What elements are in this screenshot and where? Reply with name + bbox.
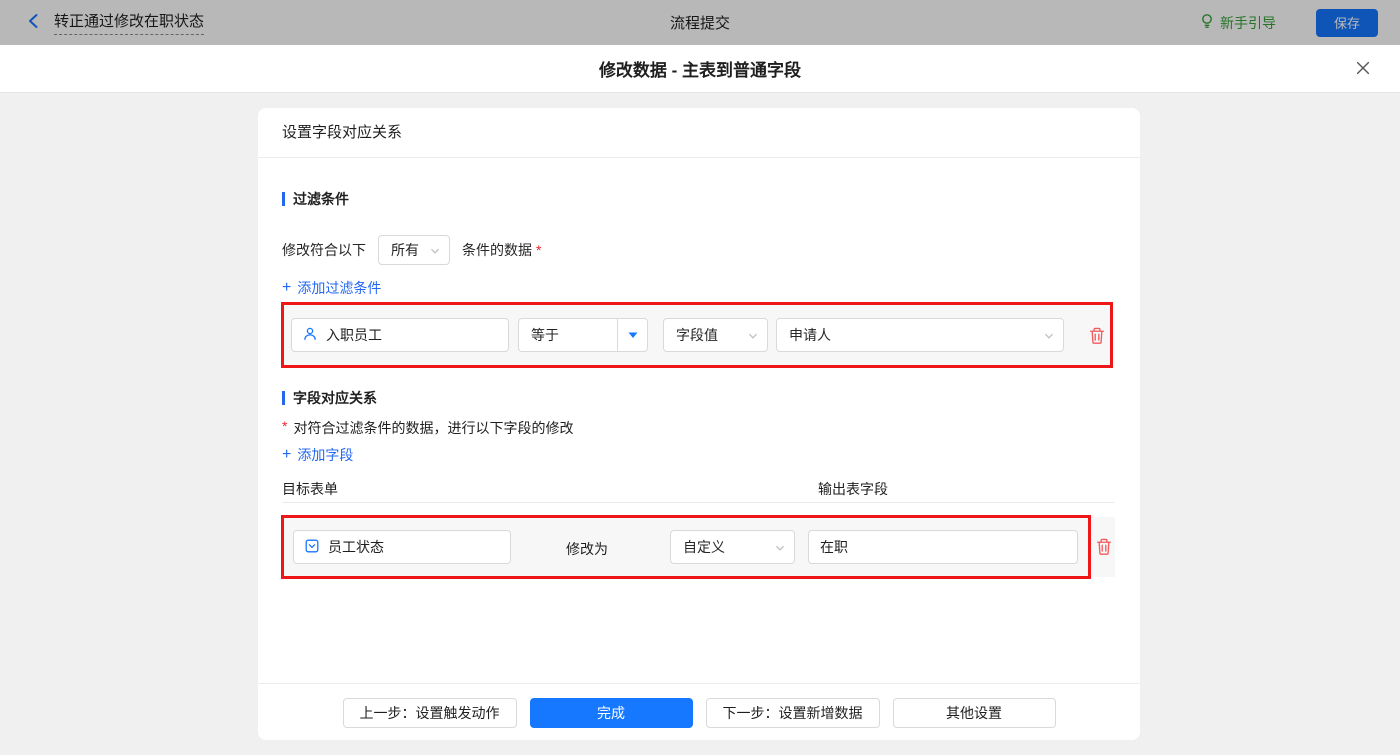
- modal-header: 修改数据 - 主表到普通字段: [0, 45, 1400, 93]
- table-divider: [282, 502, 1114, 503]
- custom-value-input[interactable]: [808, 530, 1078, 564]
- trash-icon: [1088, 327, 1106, 348]
- filter-section-title: 过滤条件: [282, 189, 349, 209]
- column-header-target-form: 目标表单: [282, 481, 338, 497]
- operator-dropdown-button[interactable]: [617, 319, 647, 351]
- mapping-description: * 对符合过滤条件的数据，进行以下字段的修改: [282, 418, 574, 436]
- add-filter-condition-link[interactable]: + 添加过滤条件: [282, 278, 381, 298]
- next-step-button[interactable]: 下一步：设置新增数据: [705, 698, 880, 728]
- add-field-link[interactable]: + 添加字段: [282, 445, 353, 465]
- modal-title: 修改数据 - 主表到普通字段: [598, 61, 802, 80]
- column-header-output-field: 输出表字段: [818, 481, 888, 497]
- mapping-row: 员工状态 修改为 自定义: [283, 517, 1115, 577]
- edit-data-modal: 修改数据 - 主表到普通字段 设置字段对应关系 过滤条件 修改符合以下 所有 条…: [0, 45, 1400, 755]
- trash-icon: [1095, 538, 1113, 559]
- value-type-select[interactable]: 字段值: [663, 318, 768, 352]
- done-button[interactable]: 完成: [529, 698, 693, 728]
- plus-icon: +: [282, 279, 292, 296]
- match-suffix-label: 条件的数据: [462, 242, 532, 258]
- select-field-icon: [304, 538, 320, 557]
- delete-condition-button[interactable]: [1088, 326, 1106, 345]
- required-mark: *: [536, 242, 542, 258]
- chevron-down-icon: [429, 244, 441, 260]
- required-mark: *: [282, 418, 288, 434]
- close-button[interactable]: [1352, 58, 1374, 80]
- field-mapping-card: 设置字段对应关系 过滤条件 修改符合以下 所有 条件的数据 * + 添加过滤条件: [258, 108, 1140, 740]
- filter-condition-row-highlight: 入职员工 等于 字段值 申请人: [281, 302, 1113, 368]
- chevron-down-icon: [747, 329, 759, 345]
- modal-dim-overlay: [0, 0, 1400, 45]
- other-settings-button[interactable]: 其他设置: [892, 698, 1056, 728]
- mapping-section-title: 字段对应关系: [282, 388, 377, 408]
- chevron-down-icon: [1043, 329, 1055, 345]
- close-icon: [1354, 59, 1372, 80]
- compare-value-select[interactable]: 申请人: [776, 318, 1064, 352]
- section-accent-bar: [282, 192, 285, 206]
- filter-match-line: 修改符合以下 所有 条件的数据 *: [282, 235, 541, 265]
- plus-icon: +: [282, 446, 292, 463]
- target-field-select[interactable]: 员工状态: [293, 530, 511, 564]
- top-bar: 转正通过修改在职状态 流程提交 新手引导 保存: [0, 0, 1400, 45]
- prev-step-button[interactable]: 上一步：设置触发动作: [342, 698, 517, 728]
- value-mode-select[interactable]: 自定义: [670, 530, 795, 564]
- member-field-icon: [302, 326, 318, 345]
- filter-field-select[interactable]: 入职员工: [291, 318, 509, 352]
- match-mode-select[interactable]: 所有: [378, 235, 450, 265]
- delete-mapping-button[interactable]: [1095, 537, 1113, 556]
- modify-to-label: 修改为: [566, 541, 608, 557]
- match-prefix-label: 修改符合以下: [282, 242, 366, 258]
- card-footer: 上一步：设置触发动作 完成 下一步：设置新增数据 其他设置: [258, 683, 1140, 740]
- section-accent-bar: [282, 391, 285, 405]
- chevron-down-icon: [774, 541, 786, 557]
- triangle-down-icon: [628, 332, 637, 338]
- operator-select[interactable]: 等于: [518, 318, 648, 352]
- card-title: 设置字段对应关系: [258, 108, 1140, 158]
